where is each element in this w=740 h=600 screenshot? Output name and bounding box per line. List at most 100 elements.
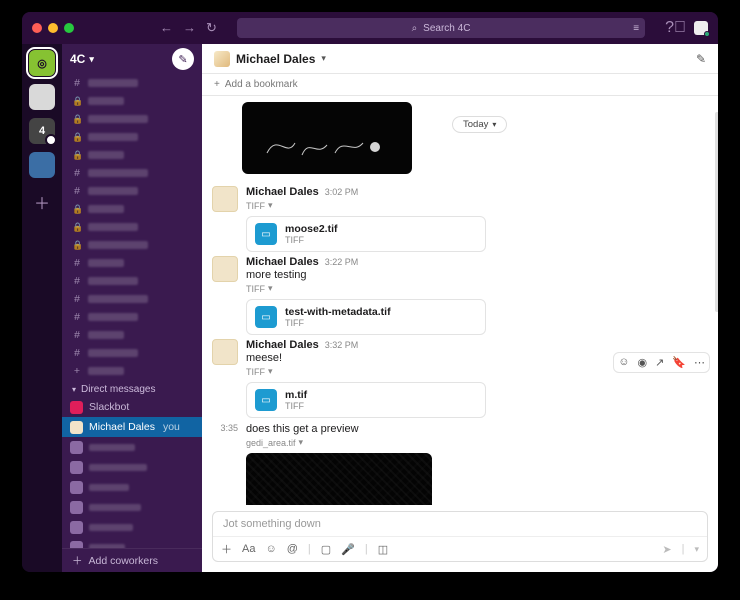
channel-item[interactable]: 🔒 [62,236,202,254]
minimize-icon[interactable] [48,23,58,33]
timestamp[interactable]: 3:35 [212,422,238,505]
author-name[interactable]: Michael Dales [246,256,319,268]
image-preview[interactable] [246,453,432,505]
dm-item[interactable] [62,517,202,537]
compose-button[interactable]: ✎ [172,48,194,70]
attachment-label[interactable]: gedi_area.tif▾ [246,437,706,448]
composer-input[interactable]: Jot something down [213,512,707,536]
channel-item[interactable]: # [62,290,202,308]
add-workspace-icon[interactable]: ＋ [34,190,50,214]
forward-icon[interactable]: → [183,20,196,36]
channel-item[interactable]: 🔒 [62,218,202,236]
workspace-active[interactable]: ◎ [29,50,55,76]
more-icon[interactable]: ⋯ [694,356,705,369]
history-nav: ← → ↻ [160,20,217,36]
message: Michael Dales3:22 PM more testing TIFF▾ … [212,256,706,335]
lock-icon: 🔒 [72,204,82,215]
channel-item[interactable]: # [62,182,202,200]
channel-item[interactable]: # [62,164,202,182]
channel-item[interactable]: # [62,254,202,272]
you-label: you [163,421,180,433]
add-coworkers-button[interactable]: ＋Add coworkers [62,548,202,572]
slackbot-avatar [70,401,83,414]
channel-item[interactable]: # [62,272,202,290]
channel-list: # 🔒 🔒 🔒 🔒 # # 🔒 🔒 🔒 # # # # # # + ▾Direc… [62,74,202,548]
canvas-icon[interactable]: ✎ [696,52,706,66]
author-name[interactable]: Michael Dales [246,339,319,351]
dm-item[interactable] [62,497,202,517]
user-avatar[interactable] [694,21,708,35]
dm-item[interactable] [62,457,202,477]
dm-item[interactable] [62,437,202,457]
send-options-icon[interactable]: ▾ [694,544,699,555]
timestamp[interactable]: 3:02 PM [325,187,359,197]
message-composer[interactable]: Jot something down ＋ Aa ☺ @ | ▢ 🎤 | ◫ ➤ … [212,511,708,562]
close-icon[interactable] [32,23,42,33]
video-icon[interactable]: ▢ [321,543,331,556]
thread-icon[interactable]: ◉ [637,356,647,369]
author-name[interactable]: Michael Dales [246,186,319,198]
history-icon[interactable]: ↻ [206,20,217,36]
sidebar-section-dms[interactable]: ▾Direct messages [62,380,202,397]
avatar[interactable] [212,256,238,282]
emoji-icon[interactable]: ☺ [265,543,276,555]
channel-item[interactable]: 🔒 [62,110,202,128]
sidebar-header[interactable]: 4C ▾ ✎ [62,44,202,74]
image-preview[interactable] [242,102,412,174]
dm-slackbot[interactable]: Slackbot [62,397,202,417]
avatar[interactable] [212,339,238,365]
file-attachment[interactable]: ▭ m.tifTIFF [246,382,486,418]
share-icon[interactable]: ↗ [655,356,664,369]
channel-item[interactable]: # [62,74,202,92]
plus-icon: + [72,365,82,377]
help-icon[interactable]: ?⃝ [665,19,686,37]
chevron-down-icon[interactable]: ▾ [321,53,326,64]
file-type: TIFF [285,318,391,328]
shortcuts-icon[interactable]: ◫ [378,543,388,556]
send-icon[interactable]: ➤ [662,543,671,556]
hash-icon: # [72,185,82,197]
react-icon[interactable]: ☺ [618,356,629,369]
file-attachment[interactable]: ▭ moose2.tifTIFF [246,216,486,252]
timestamp[interactable]: 3:32 PM [325,340,359,350]
file-type-row[interactable]: TIFF▾ [246,200,706,211]
search-input[interactable]: ⌕ Search 4C ≡ [237,18,645,38]
avatar [70,441,83,454]
zoom-icon[interactable] [64,23,74,33]
timestamp[interactable]: 3:22 PM [325,257,359,267]
hash-icon: # [72,77,82,89]
channel-item[interactable]: 🔒 [62,92,202,110]
filter-icon[interactable]: ≡ [633,23,639,34]
workspace-name: 4C [70,52,85,66]
format-icon[interactable]: Aa [242,543,255,555]
chevron-down-icon: ▾ [89,54,94,65]
conversation-title[interactable]: Michael Dales [236,52,315,66]
workspace-item[interactable] [29,152,55,178]
scrollbar[interactable] [715,112,718,312]
bookmark-icon[interactable]: 🔖 [672,356,686,369]
file-type-row[interactable]: TIFF▾ [246,283,706,294]
date-divider[interactable]: Today▾ [452,116,507,133]
mention-icon[interactable]: @ [287,543,298,555]
dm-self[interactable]: Michael Dalesyou [62,417,202,437]
add-channel[interactable]: + [62,362,202,380]
message-list[interactable]: Today▾ Michael Dales 3:02 PM TIFF▾ ▭ moos… [202,96,718,505]
channel-item[interactable]: # [62,308,202,326]
dm-item[interactable] [62,537,202,548]
workspace-item[interactable]: 4 [29,118,55,144]
hash-icon: # [72,329,82,341]
lock-icon: 🔒 [72,114,82,125]
channel-item[interactable]: 🔒 [62,146,202,164]
file-attachment[interactable]: ▭ test-with-metadata.tifTIFF [246,299,486,335]
channel-item[interactable]: # [62,326,202,344]
channel-item[interactable]: 🔒 [62,128,202,146]
workspace-item[interactable] [29,84,55,110]
avatar[interactable] [212,186,238,212]
back-icon[interactable]: ← [160,20,173,36]
audio-icon[interactable]: 🎤 [341,543,355,556]
channel-item[interactable]: 🔒 [62,200,202,218]
attach-icon[interactable]: ＋ [221,541,232,557]
channel-item[interactable]: # [62,344,202,362]
dm-item[interactable] [62,477,202,497]
bookmark-bar[interactable]: + Add a bookmark [202,74,718,96]
